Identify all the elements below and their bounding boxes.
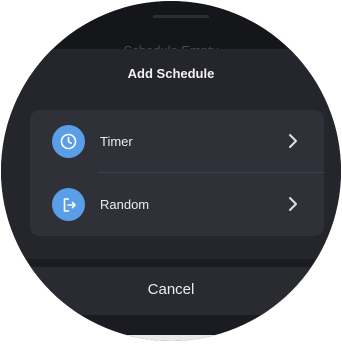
chevron-right-icon <box>288 133 298 154</box>
option-random[interactable]: Random <box>30 173 324 236</box>
sheet-title: Add Schedule <box>127 66 215 81</box>
home-indicator-area <box>1 335 341 341</box>
clock-icon <box>52 125 85 158</box>
cancel-button-label[interactable]: Cancel <box>1 281 341 298</box>
option-timer[interactable]: Timer <box>30 110 324 173</box>
chevron-right-icon <box>288 196 298 217</box>
option-random-label: Random <box>100 197 150 212</box>
random-exit-icon <box>52 188 85 221</box>
sheet-handle <box>153 15 209 18</box>
schedule-options-card: Timer Random <box>30 110 324 236</box>
screen-viewport: Schedule Empty Add Schedule Timer <box>1 1 341 341</box>
option-timer-label: Timer <box>100 134 133 149</box>
